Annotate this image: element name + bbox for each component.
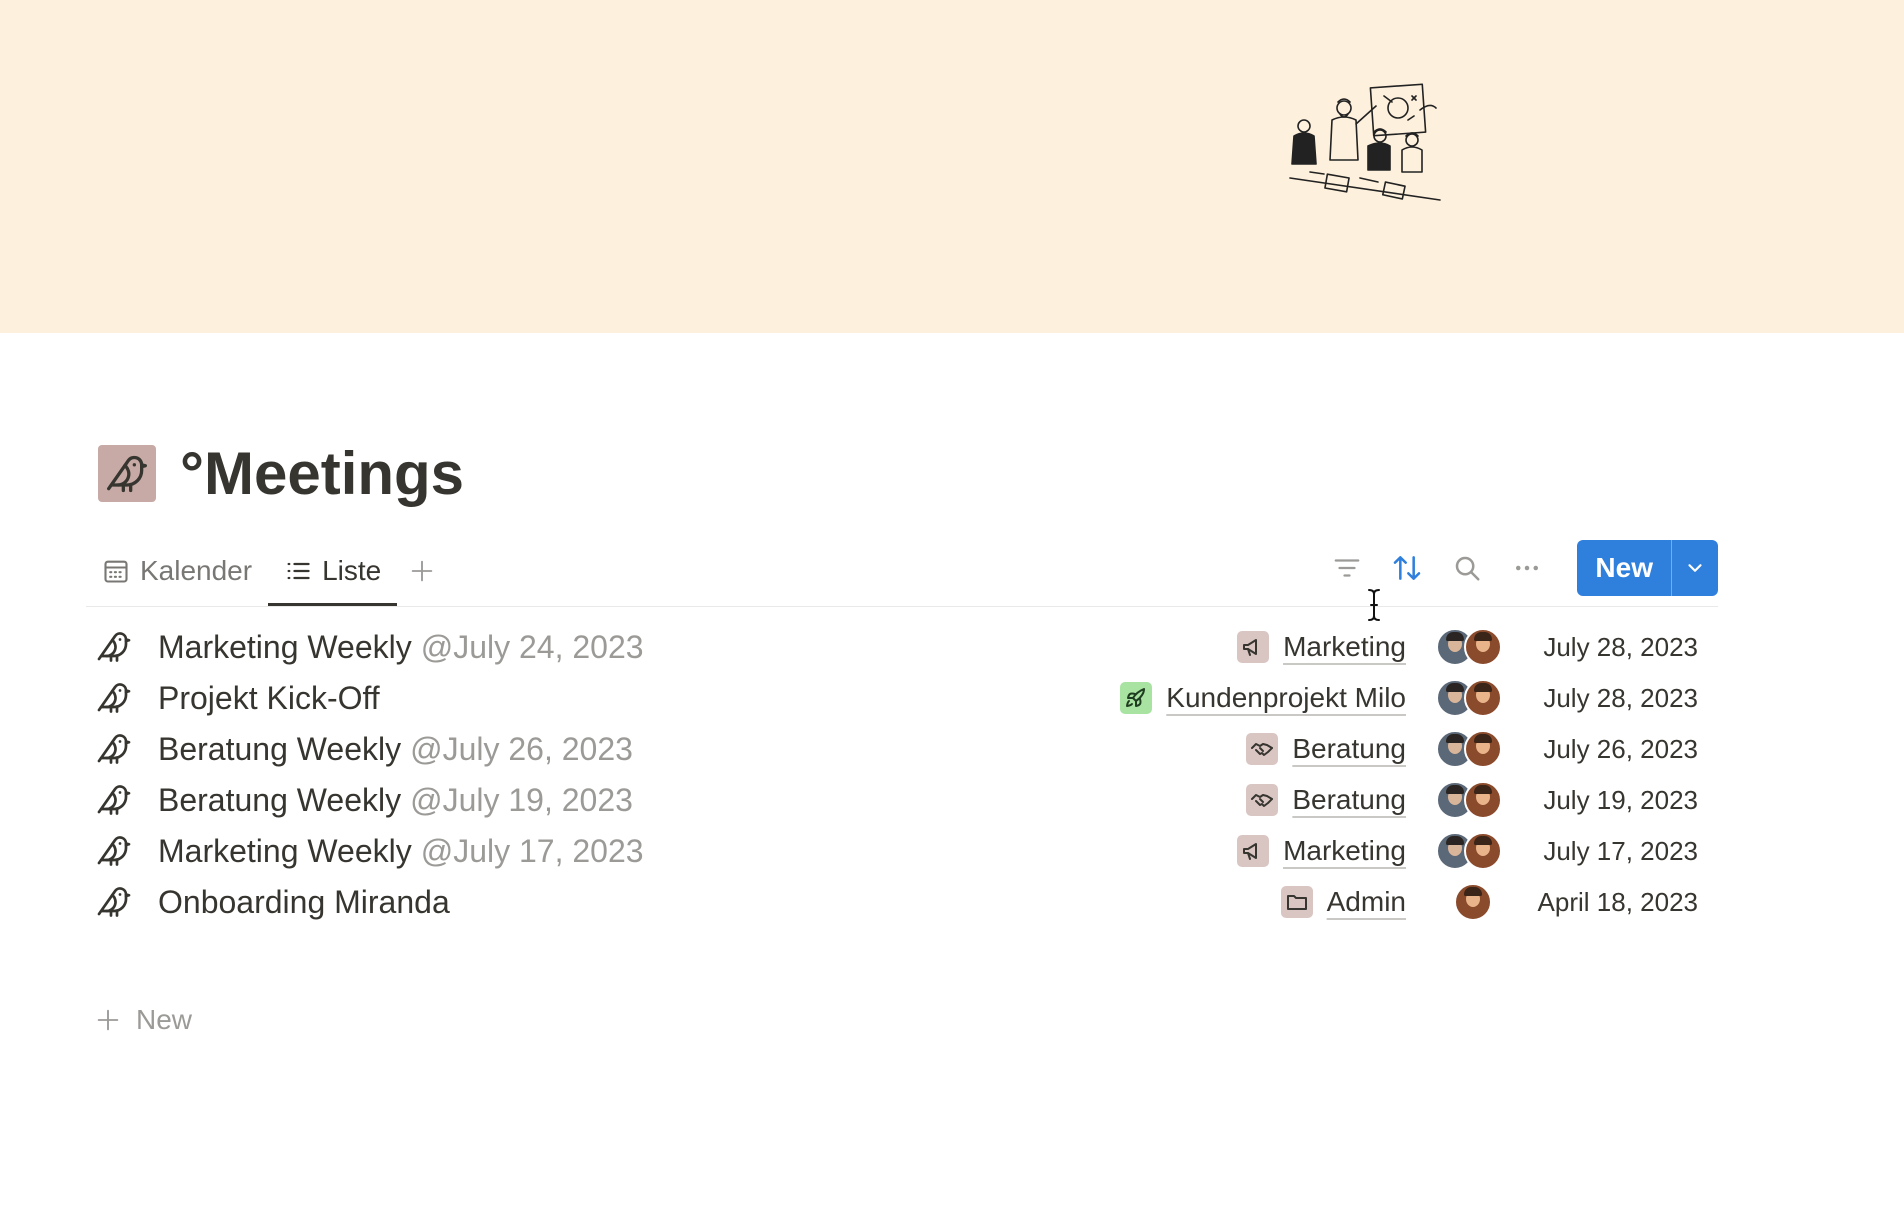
handshake-icon — [1246, 733, 1279, 765]
bird-icon — [97, 836, 131, 866]
row-title: Beratung Weekly — [158, 781, 402, 818]
team-meeting-illustration — [1289, 83, 1441, 201]
participants — [1436, 781, 1510, 819]
handshake-icon — [1246, 784, 1279, 816]
row-date: July 28, 2023 — [1543, 682, 1698, 713]
row-date: April 18, 2023 — [1537, 886, 1698, 917]
bird-icon — [97, 785, 131, 815]
project-label: Beratung — [1292, 733, 1406, 764]
row-date: July 17, 2023 — [1543, 835, 1698, 866]
bird-icon — [97, 632, 131, 662]
avatar[interactable] — [1464, 628, 1502, 666]
plus-icon — [411, 560, 433, 582]
add-new-row-label: New — [136, 1004, 193, 1035]
row-date-mention: @July 19, 2023 — [410, 781, 633, 818]
sort-icon — [1394, 556, 1421, 580]
row-title: Marketing Weekly — [158, 832, 412, 869]
page-cover — [0, 0, 1904, 333]
participants — [1436, 628, 1510, 666]
row-icon — [86, 833, 146, 869]
megaphone-icon — [1237, 631, 1270, 663]
avatar[interactable] — [1464, 730, 1502, 768]
project-relation[interactable]: Marketing — [1237, 835, 1406, 867]
avatar[interactable] — [1464, 781, 1502, 819]
avatar[interactable] — [1464, 679, 1502, 717]
list-icon — [287, 562, 310, 580]
tab-label: Liste — [322, 555, 382, 586]
bird-icon — [107, 455, 147, 492]
search-button[interactable] — [1437, 540, 1497, 596]
project-label: Marketing — [1283, 835, 1406, 866]
row-date-mention: @July 26, 2023 — [410, 730, 633, 767]
row-properties: Admin April 18, 2023 — [1280, 871, 1698, 933]
more-button[interactable] — [1497, 540, 1557, 596]
new-button-group: New — [1577, 540, 1718, 596]
sort-button[interactable] — [1377, 540, 1437, 596]
list-item[interactable]: Onboarding Miranda Admin April 18, 2023 — [86, 871, 1698, 933]
tab-kalender[interactable]: Kalender — [86, 536, 268, 606]
row-title: Marketing Weekly — [158, 628, 412, 665]
toolbar-divider — [86, 606, 1718, 607]
project-relation[interactable]: Beratung — [1246, 733, 1406, 765]
row-title: Beratung Weekly — [158, 730, 402, 767]
project-label: Marketing — [1283, 631, 1406, 662]
row-date: July 28, 2023 — [1543, 631, 1698, 662]
tab-liste[interactable]: Liste — [268, 536, 398, 606]
chevron-down-icon — [1688, 564, 1702, 572]
rocket-icon — [1120, 682, 1153, 714]
participants — [1436, 679, 1510, 717]
row-date: July 19, 2023 — [1543, 784, 1698, 815]
project-relation[interactable]: Beratung — [1246, 784, 1406, 816]
participants — [1436, 730, 1510, 768]
new-button[interactable]: New — [1577, 540, 1671, 596]
row-date-mention: @July 17, 2023 — [420, 832, 644, 869]
avatar[interactable] — [1464, 832, 1502, 870]
row-title: Projekt Kick-Off — [158, 679, 380, 716]
folder-icon — [1280, 886, 1313, 918]
participants — [1436, 883, 1510, 921]
bird-icon — [97, 683, 131, 713]
page-title: °Meetings — [180, 440, 465, 507]
view-tabs: Kalender Liste — [86, 536, 447, 606]
bird-icon — [97, 887, 131, 917]
row-date-mention: @July 24, 2023 — [420, 628, 644, 665]
add-view-button[interactable] — [397, 536, 447, 606]
plus-icon — [97, 1009, 119, 1031]
text-cursor-icon — [1368, 589, 1380, 621]
avatar[interactable] — [1454, 883, 1492, 921]
page-icon[interactable] — [98, 445, 156, 502]
row-icon — [86, 782, 146, 818]
tab-label: Kalender — [140, 555, 253, 586]
bird-icon — [97, 734, 131, 764]
project-relation[interactable]: Kundenprojekt Milo — [1120, 682, 1406, 714]
project-relation[interactable]: Marketing — [1237, 631, 1406, 663]
row-date: July 26, 2023 — [1543, 733, 1698, 764]
new-dropdown-button[interactable] — [1671, 540, 1718, 596]
calendar-icon — [104, 560, 128, 583]
row-icon — [86, 680, 146, 716]
filter-icon — [1335, 559, 1360, 577]
row-icon — [86, 884, 146, 920]
row-title: Onboarding Miranda — [158, 883, 450, 920]
add-new-row-button[interactable]: New — [94, 1000, 192, 1040]
project-label: Beratung — [1292, 784, 1406, 815]
project-relation[interactable]: Admin — [1280, 886, 1406, 918]
participants — [1436, 832, 1510, 870]
search-icon — [1456, 556, 1480, 581]
more-icon — [1516, 565, 1539, 571]
project-label: Admin — [1326, 886, 1406, 917]
row-icon — [86, 731, 146, 767]
megaphone-icon — [1237, 835, 1270, 867]
row-icon — [86, 629, 146, 665]
project-label: Kundenprojekt Milo — [1166, 682, 1406, 713]
